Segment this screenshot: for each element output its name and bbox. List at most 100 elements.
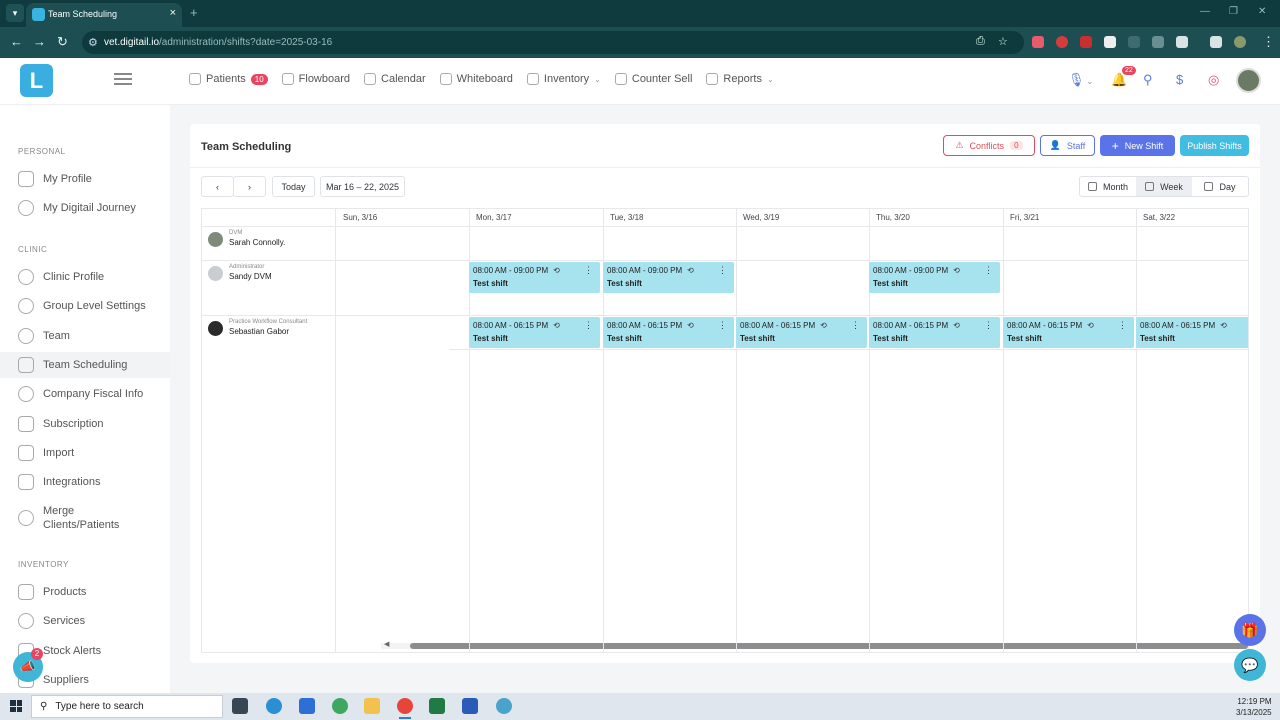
back-icon[interactable]: ←	[10, 34, 23, 49]
taskbar-search[interactable]: ⚲ Type here to search	[31, 695, 223, 718]
sidebar-item-merge-clients-patients[interactable]: Merge Clients/Patients	[0, 502, 170, 534]
new-tab-icon[interactable]: +	[190, 5, 198, 20]
excel-icon[interactable]	[429, 698, 445, 714]
sidebar-item-products[interactable]: Products	[0, 579, 170, 605]
merge-icon	[18, 510, 34, 526]
scrollbar-thumb[interactable]	[410, 643, 1248, 649]
sidebar-item-group-level-settings[interactable]: Group Level Settings	[0, 293, 170, 319]
pocket-extension-icon[interactable]	[1032, 36, 1044, 48]
forward-icon[interactable]: →	[33, 34, 46, 49]
browser-menu-icon[interactable]: ⋮	[1262, 34, 1275, 50]
sidebar-item-my-profile[interactable]: My Profile	[0, 166, 170, 192]
view-month-button[interactable]: Month	[1080, 177, 1136, 196]
close-tab-icon[interactable]: ×	[170, 7, 176, 19]
tab-search-chevron-icon[interactable]: ▾	[6, 4, 24, 22]
shift-block[interactable]: 08:00 AM - 06:15 PM⟲Test shift⋮	[1136, 317, 1248, 348]
next-week-button[interactable]: ›	[233, 176, 266, 197]
site-info-icon[interactable]: ⚙	[88, 36, 98, 49]
close-window-icon[interactable]: ✕	[1258, 6, 1266, 17]
shift-block[interactable]: 08:00 AM - 09:00 PM ⟲ Test shift ⋮	[869, 262, 1000, 293]
user-avatar[interactable]	[1236, 68, 1261, 93]
conflicts-count: 0	[1010, 141, 1023, 150]
extension-icon[interactable]	[1152, 36, 1164, 48]
shift-menu-icon[interactable]: ⋮	[584, 320, 593, 331]
shift-block[interactable]: 08:00 AM - 09:00 PM ⟲ Test shift ⋮	[469, 262, 600, 293]
sidebar-item-my-digitail-journey[interactable]: My Digitail Journey	[0, 195, 170, 221]
nav-flowboard[interactable]: Flowboard	[281, 73, 350, 85]
nav-counter-sell[interactable]: Counter Sell	[614, 73, 692, 85]
shift-menu-icon[interactable]: ⋮	[718, 320, 727, 331]
shift-menu-icon[interactable]: ⋮	[584, 265, 593, 276]
nav-reports[interactable]: Reports ⌄	[706, 73, 774, 85]
chrome-app-icon[interactable]	[496, 698, 512, 714]
browser-tab[interactable]: Team Scheduling ×	[26, 3, 182, 27]
sidebar-item-services[interactable]: Services	[0, 608, 170, 634]
edge-icon[interactable]	[266, 698, 282, 714]
scroll-left-icon[interactable]: ◀	[384, 640, 389, 648]
chevron-down-icon[interactable]: ⌄	[1086, 76, 1094, 87]
gift-icon[interactable]: 🎁	[1234, 614, 1266, 646]
sidebar-item-team[interactable]: Team	[0, 323, 170, 349]
shift-block[interactable]: 08:00 AM - 06:15 PM⟲Test shift⋮	[736, 317, 867, 348]
view-week-button[interactable]: Week	[1136, 177, 1192, 196]
task-view-icon[interactable]	[232, 698, 248, 714]
windows-start-icon[interactable]	[10, 700, 22, 712]
minimize-icon[interactable]: —	[1200, 6, 1210, 17]
nav-whiteboard[interactable]: Whiteboard	[439, 73, 513, 85]
prev-week-button[interactable]: ‹	[201, 176, 234, 197]
new-shift-button[interactable]: + New Shift	[1100, 135, 1175, 156]
date-range-picker[interactable]: Mar 16 – 22, 2025	[320, 176, 405, 197]
shift-block[interactable]: 08:00 AM - 06:15 PM⟲Test shift⋮	[603, 317, 734, 348]
day-header: Sat, 3/22	[1143, 213, 1176, 222]
chrome-icon[interactable]	[397, 698, 413, 719]
nav-inventory[interactable]: Inventory ⌄	[526, 73, 601, 85]
microphone-icon[interactable]: 🎙	[1068, 72, 1085, 88]
digitail-logo[interactable]: L	[20, 64, 53, 97]
notion-extension-icon[interactable]	[1104, 36, 1116, 48]
sidebar-item-import[interactable]: Import	[0, 440, 170, 466]
file-explorer-icon[interactable]	[364, 698, 380, 714]
shift-block[interactable]: 08:00 AM - 06:15 PM⟲Test shift⋮	[869, 317, 1000, 348]
help-icon[interactable]: ◎	[1208, 72, 1219, 88]
search-icon[interactable]: ⚲	[1143, 72, 1153, 88]
sidebar-item-company-fiscal-info[interactable]: Company Fiscal Info	[0, 381, 170, 407]
announcements-button[interactable]: 📣 2	[13, 648, 43, 682]
dollar-icon[interactable]: $	[1176, 72, 1183, 87]
view-day-button[interactable]: Day	[1192, 177, 1248, 196]
conflicts-button[interactable]: ⚠ Conflicts 0	[943, 135, 1035, 156]
chat-support-icon[interactable]: 💬	[1234, 649, 1266, 681]
shift-menu-icon[interactable]: ⋮	[718, 265, 727, 276]
restore-icon[interactable]: ❐	[1229, 6, 1238, 17]
bookmark-star-icon[interactable]: ☆	[998, 35, 1008, 48]
extension-icon[interactable]	[1128, 36, 1140, 48]
horizontal-scrollbar[interactable]: ◀	[381, 640, 1248, 649]
install-app-icon[interactable]: ⎙	[976, 35, 985, 48]
shift-menu-icon[interactable]: ⋮	[1118, 320, 1127, 331]
sidebar-item-clinic-profile[interactable]: Clinic Profile	[0, 264, 170, 290]
store-icon[interactable]	[299, 698, 315, 714]
nav-calendar[interactable]: Calendar	[364, 73, 426, 85]
extension-icon[interactable]	[1080, 36, 1092, 48]
today-button[interactable]: Today	[272, 176, 315, 197]
sidebar-item-team-scheduling[interactable]: Team Scheduling	[0, 352, 170, 378]
publish-shifts-button[interactable]: Publish Shifts	[1180, 135, 1249, 156]
extensions-puzzle-icon[interactable]	[1176, 36, 1188, 48]
shift-block[interactable]: 08:00 AM - 06:15 PM⟲Test shift⋮	[1003, 317, 1134, 348]
menu-toggle-icon[interactable]	[114, 73, 132, 85]
shift-menu-icon[interactable]: ⋮	[851, 320, 860, 331]
shift-block[interactable]: 08:00 AM - 06:15 PM⟲Test shift⋮	[469, 317, 600, 348]
extension-icon[interactable]	[1056, 36, 1068, 48]
sidebar-item-integrations[interactable]: Integrations	[0, 469, 170, 495]
chrome-profile-icon[interactable]	[332, 698, 348, 714]
shift-block[interactable]: 08:00 AM - 09:00 PM ⟲ Test shift ⋮	[603, 262, 734, 293]
shift-menu-icon[interactable]: ⋮	[984, 320, 993, 331]
shift-menu-icon[interactable]: ⋮	[984, 265, 993, 276]
sidebar-item-subscription[interactable]: Subscription	[0, 411, 170, 437]
address-bar[interactable]: ⚙ vet.digitail.io/administration/shifts?…	[82, 31, 1024, 54]
staff-button[interactable]: 👤 Staff	[1040, 135, 1095, 156]
nav-patients[interactable]: Patients 10	[189, 73, 268, 85]
word-icon[interactable]	[462, 698, 478, 714]
reading-list-icon[interactable]	[1210, 36, 1222, 48]
reload-icon[interactable]: ↻	[57, 34, 68, 50]
profile-avatar-icon[interactable]	[1234, 36, 1246, 48]
